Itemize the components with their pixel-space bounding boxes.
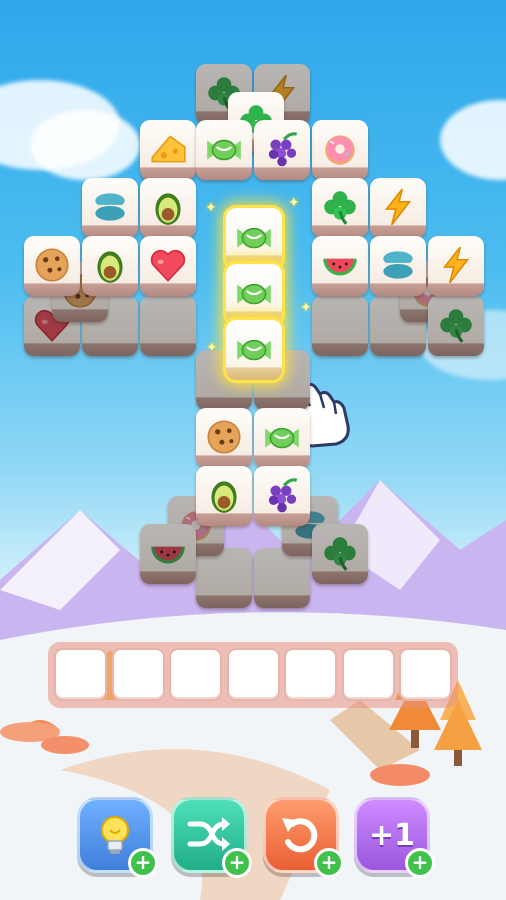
tile-macaron[interactable] [370,236,426,296]
tile-heart[interactable] [140,236,196,296]
tile-clover[interactable] [312,178,368,238]
grapes-icon [261,474,303,516]
tile-grapes[interactable] [254,466,310,526]
cookie-icon [203,416,245,458]
add-shuffle-badge[interactable]: + [222,848,252,878]
cheese-icon [147,128,189,170]
tile-avocado[interactable] [196,466,252,526]
tile-covered [140,296,196,356]
grapes-icon [261,128,303,170]
candy-icon [203,128,245,170]
sparkle-effect: ✦ [288,195,300,211]
candy-icon [233,216,275,258]
tile-watermelon[interactable] [312,236,368,296]
tile-macaron[interactable] [82,178,138,238]
tile-candy[interactable] [226,320,282,380]
candy-icon [233,328,275,370]
sparkle-effect: ✦ [205,200,217,216]
heart-icon [147,244,189,286]
macaron-icon [377,244,419,286]
tile-clover [428,296,484,356]
macaron-icon [89,186,131,228]
watermelon-icon [147,532,189,574]
tray-slot [284,648,337,701]
tile-covered [196,548,252,608]
shuffle-button[interactable]: + [171,797,252,878]
avocado-icon [89,244,131,286]
clover-icon [319,186,361,228]
extra-slot-button[interactable]: +1 + [354,797,435,878]
lightning-icon [377,186,419,228]
add-undo-badge[interactable]: + [314,848,344,878]
tray-slot [111,648,165,701]
tile-avocado[interactable] [140,178,196,238]
avocado-icon [147,186,189,228]
tile-cookie[interactable] [196,408,252,468]
game-screen: ✦ ✦ ✦ ✦ ✦ + + + +1 + [0,0,506,900]
candy-icon [261,416,303,458]
tile-lightning[interactable] [370,178,426,238]
tile-candy[interactable] [196,120,252,180]
avocado-icon [203,474,245,516]
watermelon-icon [319,244,361,286]
tray-slot [226,648,280,701]
candy-icon [233,272,275,314]
cloud [30,110,140,180]
tray-slot [399,648,452,701]
clover-icon [435,304,477,346]
clover-icon [319,532,361,574]
lightning-icon [435,244,477,286]
sparkle-effect: ✦ [300,300,312,316]
add-hint-badge[interactable]: + [128,848,158,878]
tile-lightning[interactable] [428,236,484,296]
tile-avocado[interactable] [82,236,138,296]
tile-donut[interactable] [312,120,368,180]
tile-covered [312,296,368,356]
cloud [440,100,506,180]
tile-grapes[interactable] [254,120,310,180]
tile-candy[interactable] [254,408,310,468]
tile-clover [312,524,368,584]
tile-candy[interactable] [226,264,282,324]
donut-icon [319,128,361,170]
add-extra-slot-badge[interactable]: + [405,848,435,878]
tile-cookie[interactable] [24,236,80,296]
undo-button[interactable]: + [263,797,344,878]
hint-button[interactable]: + [77,797,158,878]
tile-cheese[interactable] [140,120,196,180]
tray-slot [169,648,222,701]
tile-candy[interactable] [226,208,282,268]
tile-watermelon [140,524,196,584]
tray-slot [54,648,107,701]
extra-slot-label: +1 [368,817,415,853]
cookie-icon [31,244,73,286]
tile-covered [254,548,310,608]
tray-slot [341,648,395,701]
